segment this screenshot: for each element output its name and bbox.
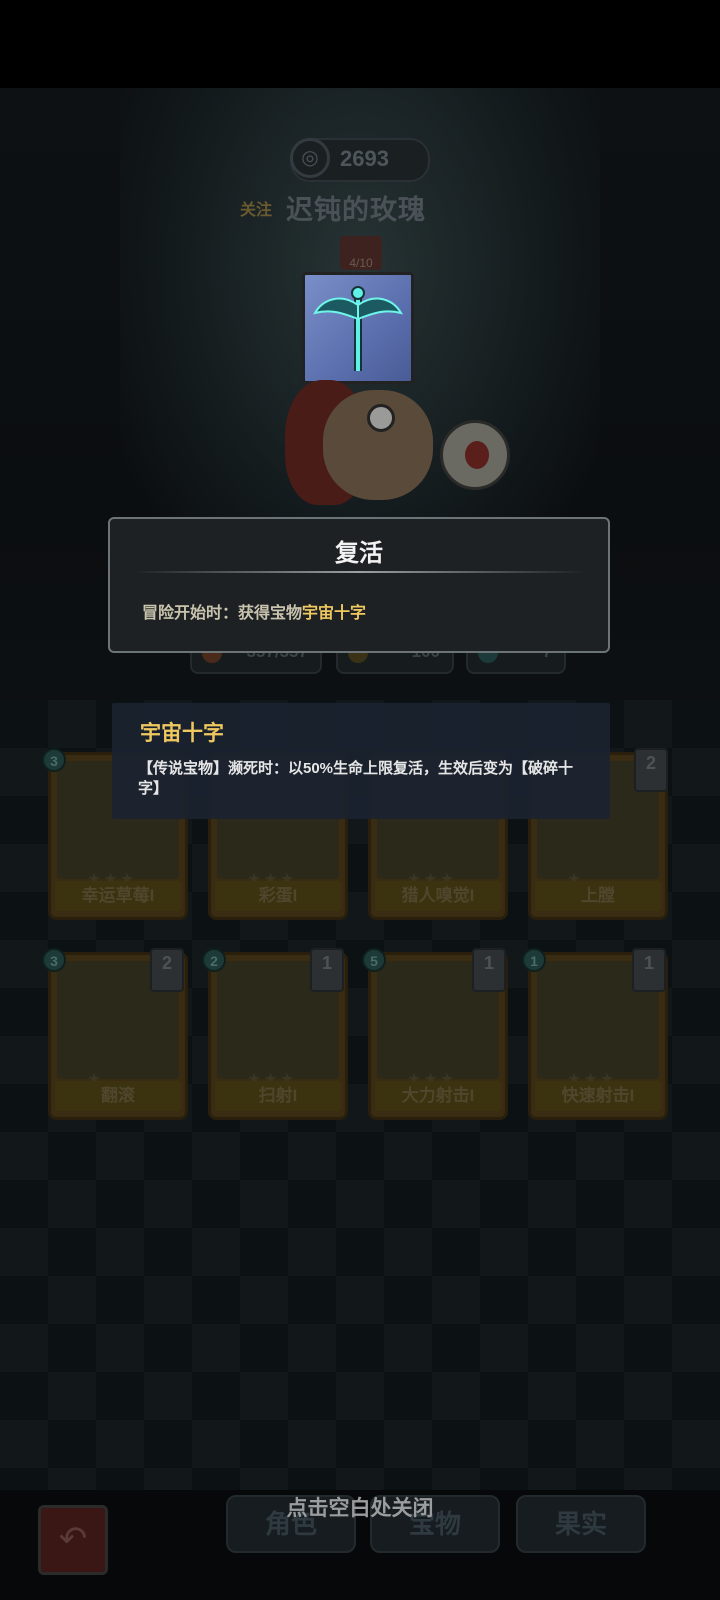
treasure-name: 宇宙十字: [140, 722, 224, 745]
card-level-badge: 1: [522, 948, 546, 972]
card-count: 1: [632, 948, 666, 992]
card-name: 上膛: [535, 881, 661, 911]
card-name: 猎人嗅觉I: [375, 881, 501, 911]
target-icon: ◎: [290, 138, 330, 178]
skill-description: 冒险开始时：获得宝物宇宙十字: [142, 599, 366, 623]
skill-desc-highlight: 宇宙十字: [302, 605, 367, 622]
card-count: 1: [472, 948, 506, 992]
winged-cross-icon: [312, 286, 404, 371]
cosmic-cross-item-icon: [302, 272, 414, 384]
score-badge: ◎ 2693: [290, 138, 430, 182]
card-name: 扫射I: [215, 1081, 341, 1111]
status-area: [0, 0, 720, 88]
game-scene[interactable]: ◎ 2693 关注 迟钝的玫瑰 4/10 357/357 100 7 ★★★ 幸…: [0, 0, 720, 1600]
strawberry-fan-icon: [440, 420, 510, 490]
treasure-tooltip: 宇宙十字 【传说宝物】濒死时：以50%生命上限复活，生效后变为【破碎十字】: [112, 703, 610, 819]
close-hint: 点击空白处关闭: [286, 1497, 434, 1520]
character-eye: [367, 404, 395, 432]
player-name: 迟钝的玫瑰: [286, 195, 426, 225]
skill-info-dialog: 复活 冒险开始时：获得宝物宇宙十字: [108, 517, 610, 653]
card-name: 翻滚: [55, 1081, 181, 1111]
card-count: 2: [634, 748, 668, 792]
score-value: 2693: [340, 146, 389, 171]
treasure-description: 【传说宝物】濒死时：以50%生命上限复活，生效后变为【破碎十字】: [138, 760, 574, 797]
divider: [132, 571, 586, 573]
card-name: 彩蛋I: [215, 881, 341, 911]
card-count: 1: [310, 948, 344, 992]
follow-button[interactable]: 关注: [240, 196, 272, 220]
skill-title: 复活: [335, 540, 383, 567]
card-level-badge: 3: [42, 748, 66, 772]
level-badge: 4/10: [340, 236, 382, 270]
card-count: 2: [150, 948, 184, 992]
card-name: 幸运草莓I: [55, 881, 181, 911]
card-level-badge: 2: [202, 948, 226, 972]
player-character: [275, 380, 445, 510]
card-name: 大力射击I: [375, 1081, 501, 1111]
card-level-badge: 3: [42, 948, 66, 972]
skill-desc-text: 冒险开始时：获得宝物: [142, 605, 303, 622]
card-level-badge: 5: [362, 948, 386, 972]
card-name: 快速射击I: [535, 1081, 661, 1111]
